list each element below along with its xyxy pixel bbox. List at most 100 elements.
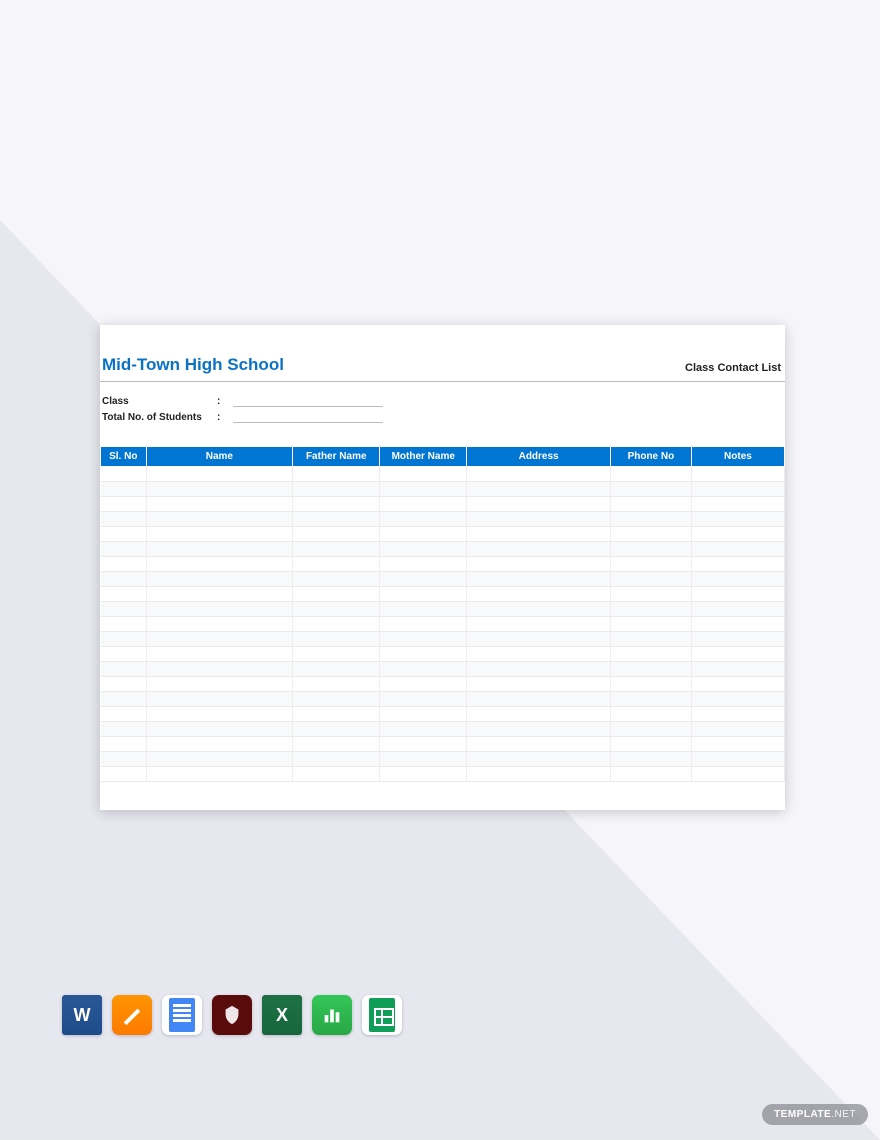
table-cell [610,647,691,662]
table-row [101,542,785,557]
document-preview: Mid-Town High School Class Contact List … [100,325,785,810]
table-cell [610,602,691,617]
table-cell [610,632,691,647]
table-cell [146,482,293,497]
table-cell [293,482,380,497]
table-cell [293,767,380,782]
table-cell [467,692,611,707]
table-cell [146,677,293,692]
table-cell [380,692,467,707]
table-cell [610,692,691,707]
table-cell [691,677,784,692]
table-cell [691,602,784,617]
table-cell [610,512,691,527]
table-cell [380,482,467,497]
google-docs-icon[interactable] [162,995,202,1035]
table-row [101,662,785,677]
contact-table: Sl. No Name Father Name Mother Name Addr… [100,446,785,782]
table-cell [691,737,784,752]
table-row [101,767,785,782]
field-line [233,413,383,423]
table-cell [146,602,293,617]
table-cell [146,542,293,557]
pages-icon[interactable] [112,995,152,1035]
field-row: Total No. of Students : [102,412,783,423]
excel-icon[interactable] [262,995,302,1035]
table-cell [101,497,147,512]
col-header: Phone No [610,447,691,467]
table-cell [293,602,380,617]
table-cell [691,527,784,542]
table-cell [101,647,147,662]
pdf-icon[interactable] [212,995,252,1035]
table-row [101,692,785,707]
table-cell [293,707,380,722]
table-cell [610,752,691,767]
table-cell [146,662,293,677]
table-cell [467,737,611,752]
table-cell [691,482,784,497]
table-row [101,677,785,692]
doc-header: Mid-Town High School Class Contact List [100,355,785,382]
table-cell [467,512,611,527]
table-row [101,752,785,767]
table-cell [293,527,380,542]
table-cell [691,632,784,647]
table-cell [610,617,691,632]
table-row [101,572,785,587]
table-body [101,467,785,782]
field-label: Class [102,396,217,407]
table-row [101,467,785,482]
table-cell [293,572,380,587]
table-row [101,497,785,512]
table-cell [293,752,380,767]
google-sheets-icon[interactable] [362,995,402,1035]
table-cell [691,752,784,767]
table-cell [380,722,467,737]
format-icons-row [62,995,402,1035]
table-row [101,722,785,737]
table-cell [101,587,147,602]
table-cell [146,572,293,587]
doc-subtitle: Class Contact List [685,362,783,375]
table-cell [691,767,784,782]
table-row [101,632,785,647]
table-row [101,512,785,527]
table-cell [380,572,467,587]
table-cell [380,557,467,572]
table-cell [467,617,611,632]
table-cell [101,722,147,737]
table-cell [467,587,611,602]
watermark-brand: TEMPLATE [774,1109,831,1120]
table-cell [467,662,611,677]
table-cell [293,737,380,752]
col-header: Notes [691,447,784,467]
table-header-row: Sl. No Name Father Name Mother Name Addr… [101,447,785,467]
table-cell [101,542,147,557]
table-cell [101,617,147,632]
table-cell [293,542,380,557]
table-cell [380,767,467,782]
table-cell [380,512,467,527]
table-cell [293,632,380,647]
table-cell [380,707,467,722]
table-cell [146,527,293,542]
table-cell [293,587,380,602]
table-cell [610,707,691,722]
table-cell [610,497,691,512]
table-cell [380,752,467,767]
numbers-icon[interactable] [312,995,352,1035]
table-row [101,602,785,617]
table-cell [293,647,380,662]
table-cell [293,662,380,677]
table-cell [293,692,380,707]
table-cell [610,722,691,737]
table-cell [380,737,467,752]
table-cell [467,482,611,497]
table-cell [691,557,784,572]
word-icon[interactable] [62,995,102,1035]
field-colon: : [217,412,227,423]
col-header: Father Name [293,447,380,467]
table-cell [101,707,147,722]
table-cell [293,722,380,737]
